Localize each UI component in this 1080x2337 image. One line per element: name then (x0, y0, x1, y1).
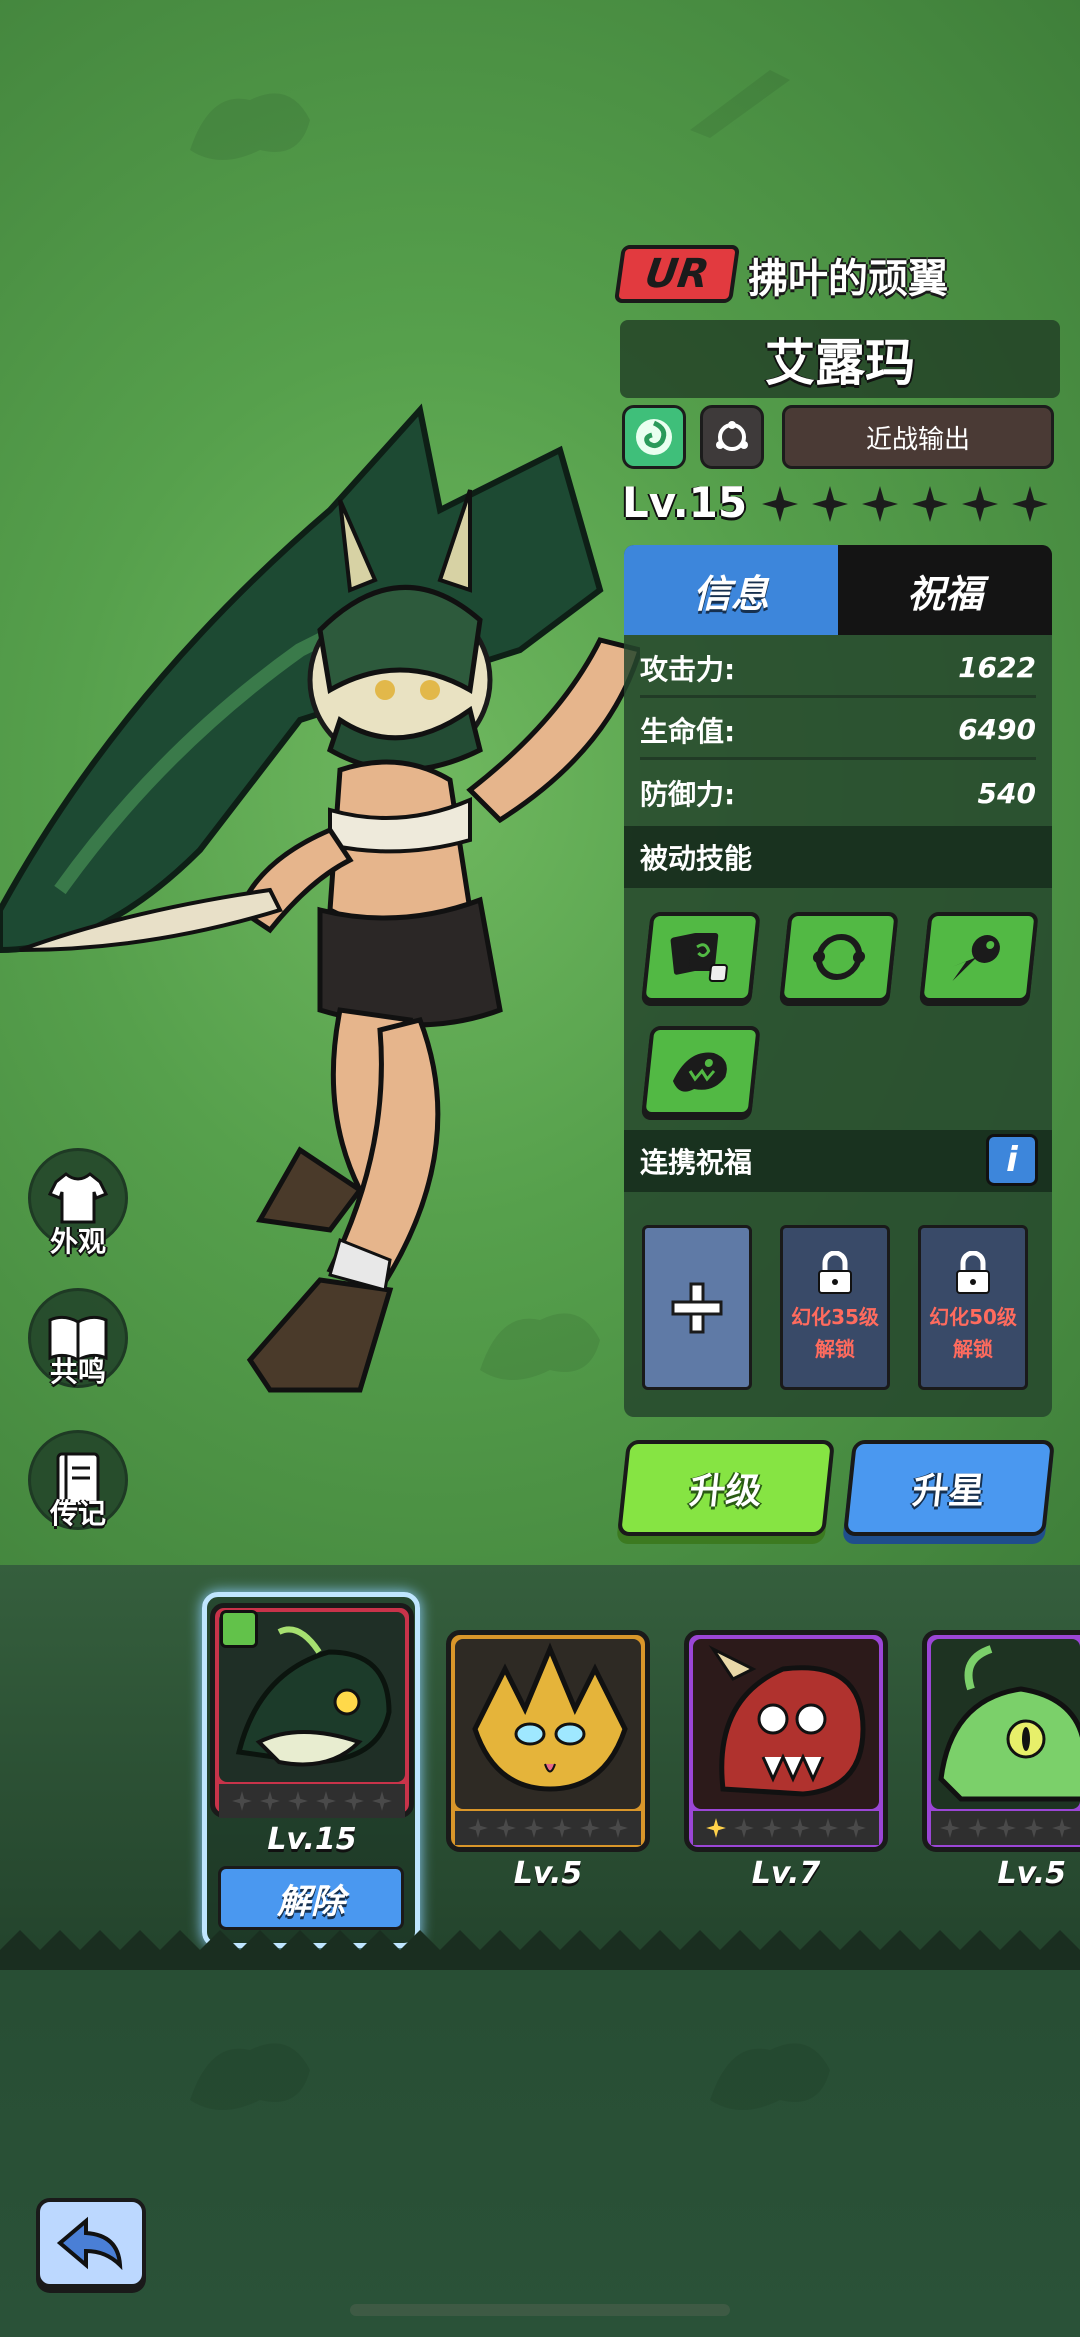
stat-label: 生命值: (640, 714, 736, 748)
star-icon (818, 1818, 838, 1838)
pet-stars (219, 1784, 405, 1818)
tab-blessing[interactable]: 祝福 (838, 545, 1052, 635)
star-icon (812, 486, 848, 522)
equipped-tag-icon (220, 1610, 258, 1648)
pet-portrait (455, 1639, 641, 1809)
star-icon (288, 1791, 308, 1811)
star-icon (995, 1818, 1016, 1838)
star-icon (1051, 1818, 1072, 1838)
star-icon (962, 486, 998, 522)
pet-level: Lv.5 (997, 1856, 1067, 1891)
star-icon (1023, 1818, 1044, 1838)
monster-silhouette-icon (190, 93, 310, 160)
pet-stars (931, 1811, 1080, 1845)
appearance-label: 外观 (49, 1225, 106, 1258)
cards-dice-skill-icon[interactable] (641, 912, 761, 1002)
star-icon (496, 1818, 516, 1838)
star-icon (580, 1818, 600, 1838)
upgrade-button[interactable]: 升级 (616, 1440, 836, 1536)
lock-icon (818, 1250, 852, 1294)
stat-row-hp: 生命值: 6490 (640, 702, 1036, 760)
remove-button[interactable]: 解除 (218, 1866, 404, 1930)
unlock-requirement: 幻化50级 (929, 1304, 1017, 1329)
resonance-label: 共鸣 (49, 1355, 106, 1388)
passive-skills-header: 被动技能 (624, 826, 1052, 888)
unlock-label: 解锁 (953, 1336, 993, 1361)
monster-silhouette-icon (710, 2043, 830, 2110)
star-icon (762, 486, 798, 522)
pet-card[interactable] (684, 1630, 888, 1852)
star-icon (344, 1791, 364, 1811)
beast-roar-skill-icon[interactable] (641, 1026, 761, 1116)
stat-label: 防御力: (640, 778, 736, 811)
role-tag[interactable]: 近战输出 (782, 405, 1054, 469)
star-icon (912, 486, 948, 522)
star-icon (608, 1818, 628, 1838)
cycle-class-icon[interactable] (700, 405, 764, 469)
star-icon (734, 1818, 754, 1838)
biography-label: 传记 (49, 1497, 106, 1530)
wind-element-icon[interactable] (622, 405, 686, 469)
pet-level: Lv.7 (751, 1856, 821, 1891)
stat-row-attack: 攻击力: 1622 (640, 640, 1036, 698)
blessing-slot-add[interactable] (642, 1225, 752, 1390)
pet-portrait (931, 1639, 1080, 1809)
star-icon (524, 1818, 544, 1838)
star-icon (846, 1818, 866, 1838)
comet-skill-icon[interactable] (919, 912, 1039, 1002)
pet-card[interactable] (922, 1630, 1080, 1852)
star-icon (372, 1791, 392, 1811)
hero-epithet: 拂叶的顽翼 (748, 256, 948, 302)
hero-level: Lv.15 (622, 478, 748, 527)
cycle-skill-icon[interactable] (779, 912, 899, 1002)
back-arrow-icon (56, 2216, 123, 2271)
stat-row-defense: 防御力: 540 (640, 764, 1036, 822)
stat-label: 攻击力: (640, 652, 736, 686)
dagger-silhouette-icon (690, 70, 790, 138)
spiked-divider (0, 1930, 1080, 1970)
shirt-icon (48, 1172, 108, 1224)
hero-name: 艾露玛 (620, 320, 1060, 398)
plus-icon (671, 1282, 723, 1333)
pet-level: Lv.15 (267, 1822, 357, 1857)
pet-portrait (693, 1639, 879, 1809)
stat-value: 6490 (958, 713, 1036, 746)
star-icon (790, 1818, 810, 1838)
unlock-requirement: 幻化35级 (791, 1304, 879, 1329)
star-icon (967, 1818, 988, 1838)
star-rating (760, 484, 1050, 524)
pet-card[interactable] (446, 1630, 650, 1852)
back-button[interactable] (36, 2198, 146, 2288)
star-icon (232, 1791, 252, 1811)
stat-value: 540 (977, 776, 1036, 810)
home-indicator (350, 2304, 730, 2316)
star-icon (1012, 486, 1048, 522)
blessing-slot-locked[interactable]: 幻化50级解锁 (918, 1225, 1028, 1390)
blessing-slot-locked[interactable]: 幻化35级解锁 (780, 1225, 890, 1390)
tab-info[interactable]: 信息 (624, 545, 838, 635)
unlock-label: 解锁 (815, 1336, 855, 1361)
star-icon (552, 1818, 572, 1838)
rarity-badge: UR (613, 245, 741, 303)
star-icon (316, 1791, 336, 1811)
monster-silhouette-icon (190, 2043, 310, 2110)
star-icon (939, 1818, 960, 1838)
star-icon (706, 1818, 726, 1838)
star-icon (762, 1818, 782, 1838)
star-icon (468, 1818, 488, 1838)
star-up-button[interactable]: 升星 (842, 1440, 1056, 1536)
star-icon (862, 486, 898, 522)
stat-value: 1622 (958, 651, 1036, 684)
pet-stars (693, 1811, 879, 1845)
star-icon (260, 1791, 280, 1811)
lock-icon (956, 1250, 990, 1294)
pet-level: Lv.5 (513, 1856, 583, 1891)
info-button[interactable]: i (986, 1134, 1038, 1186)
pet-stars (455, 1811, 641, 1845)
